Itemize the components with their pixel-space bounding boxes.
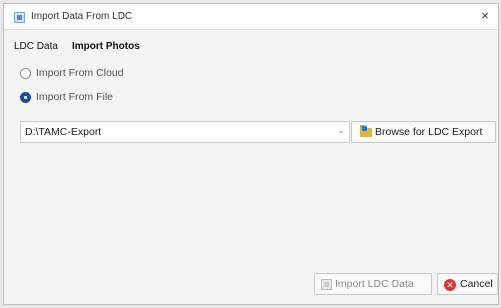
radio-import-from-cloud[interactable] (20, 68, 31, 79)
app-icon (14, 12, 25, 23)
import-button-label: Import LDC Data (335, 278, 414, 290)
close-button[interactable]: × (474, 6, 496, 26)
import-ldc-data-button[interactable]: Import LDC Data (314, 273, 432, 295)
import-icon (321, 279, 332, 290)
window-title: Import Data From LDC (31, 11, 133, 22)
chevron-down-icon[interactable]: ⌄ (337, 125, 345, 136)
cancel-button-label: Cancel (460, 278, 493, 290)
export-path-value: D:\TAMC-Export (25, 126, 102, 138)
import-from-cloud-label: Import From Cloud (36, 67, 124, 79)
export-path-combobox[interactable]: D:\TAMC-Export ⌄ (20, 121, 350, 143)
radio-import-from-file[interactable] (20, 92, 31, 103)
tab-import-photos[interactable]: Import Photos (72, 41, 140, 52)
browse-button[interactable]: Browse for LDC Export (351, 121, 496, 143)
import-from-file-label: Import From File (36, 91, 114, 103)
cancel-icon: ✕ (444, 279, 456, 291)
browse-button-label: Browse for LDC Export (375, 126, 483, 138)
cancel-button[interactable]: ✕ Cancel (437, 273, 498, 295)
title-bar: Import Data From LDC × (4, 4, 498, 30)
tab-ldc-data[interactable]: LDC Data (14, 41, 58, 52)
import-data-dialog: Import Data From LDC × LDC Data Import P… (3, 3, 499, 305)
folder-icon (360, 125, 372, 137)
